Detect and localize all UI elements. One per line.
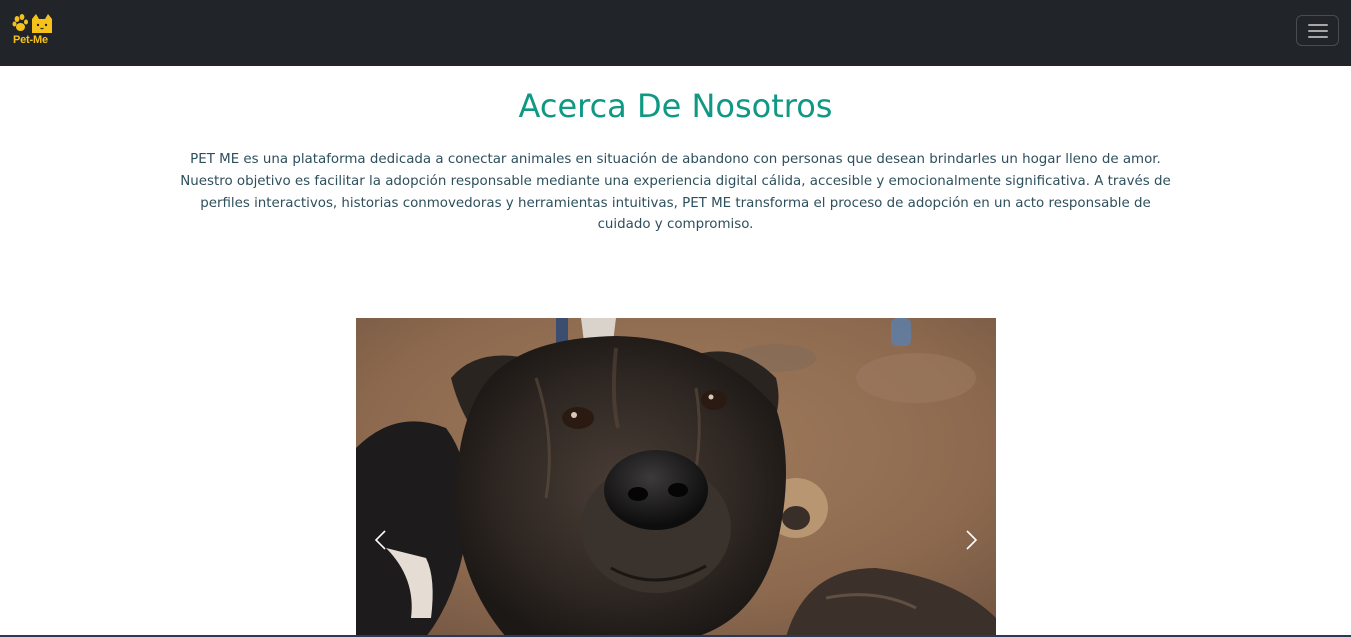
top-navbar: Pet-Me: [0, 0, 1351, 66]
brand-name: Pet-Me: [13, 34, 48, 46]
paw-cat-logo-icon: [12, 14, 52, 33]
brand-logo[interactable]: Pet-Me: [12, 13, 58, 49]
about-title: Acerca De Nosotros: [518, 87, 833, 125]
carousel-prev-button[interactable]: [356, 318, 416, 637]
dog-photo-carousel: [356, 318, 996, 637]
about-description: PET ME es una plataforma dedicada a cone…: [180, 152, 1171, 233]
chevron-left-icon: [374, 530, 386, 550]
chevron-right-icon: [966, 530, 978, 550]
navbar-toggler-button[interactable]: [1296, 15, 1339, 46]
carousel-next-button[interactable]: [936, 318, 996, 637]
hamburger-menu-icon: [1308, 24, 1328, 26]
carousel-dog-image: [356, 318, 996, 637]
